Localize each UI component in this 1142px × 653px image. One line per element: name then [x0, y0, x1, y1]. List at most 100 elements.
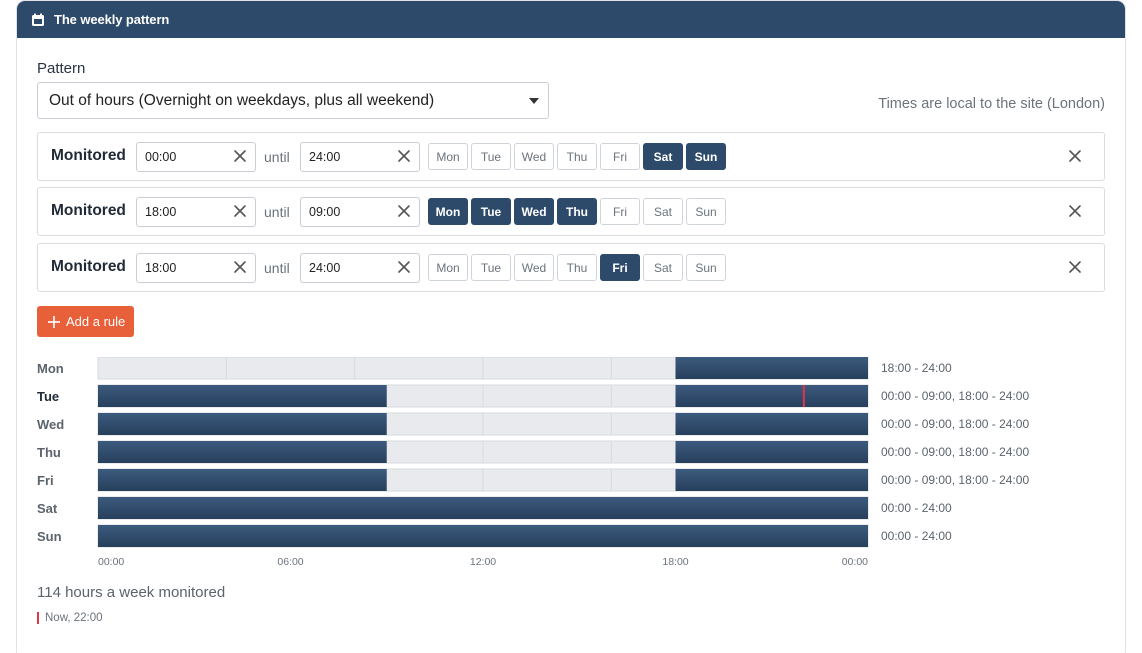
to-time-value: 24:00 [309, 261, 341, 275]
day-toggle-group: Mon Tue Wed Thu Fri Sat Sun [428, 143, 726, 170]
day-toggle-thu[interactable]: Thu [557, 143, 597, 170]
day-label-wed: Wed [37, 417, 64, 432]
until-label: until [264, 204, 290, 220]
clear-to-icon[interactable] [397, 149, 411, 163]
pattern-selected-value: Out of hours (Overnight on weekdays, plu… [49, 91, 435, 109]
clear-from-icon[interactable] [233, 204, 247, 218]
day-toggle-thu[interactable]: Thu [557, 198, 597, 225]
monitored-interval-bar [98, 469, 387, 491]
row-time-range-label: 00:00 - 24:00 [881, 529, 952, 543]
from-time-input[interactable]: 18:00 [136, 197, 256, 227]
row-time-range-label: 00:00 - 09:00, 18:00 - 24:00 [881, 417, 1029, 431]
pattern-label: Pattern [37, 60, 86, 77]
from-time-value: 18:00 [145, 205, 177, 219]
day-toggle-sat[interactable]: Sat [643, 143, 683, 170]
day-label-sat: Sat [37, 501, 58, 516]
x-tick-label: 12:00 [470, 556, 496, 568]
day-label-sun: Sun [37, 529, 62, 544]
day-label-mon: Mon [37, 361, 64, 376]
rule-row: Monitored 00:00 until 24:00 Mon Tue Wed Thu… [37, 132, 1105, 181]
calendar-icon [32, 13, 44, 26]
chevron-down-icon [529, 98, 539, 104]
monitored-interval-bar [675, 413, 868, 435]
until-label: until [264, 260, 290, 276]
day-toggle-wed[interactable]: Wed [514, 143, 554, 170]
to-time-value: 09:00 [309, 205, 341, 219]
to-time-value: 24:00 [309, 150, 341, 164]
rule-label: Monitored [51, 147, 126, 164]
from-time-value: 00:00 [145, 150, 177, 164]
clear-to-icon[interactable] [397, 260, 411, 274]
rule-row: Monitored 18:00 until 24:00 Mon Tue Wed Thu… [37, 243, 1105, 292]
now-label: Now, 22:00 [45, 612, 103, 624]
day-label-tue: Tue [37, 389, 59, 404]
x-tick-label: 06:00 [277, 556, 303, 568]
day-toggle-sat[interactable]: Sat [643, 198, 683, 225]
day-toggle-fri[interactable]: Fri [600, 198, 640, 225]
x-tick-label: 00:00 [842, 556, 868, 568]
to-time-input[interactable]: 24:00 [300, 142, 420, 172]
weekly-pattern-panel: The weekly pattern Pattern Out of hours … [16, 0, 1126, 653]
monitored-interval-bar [98, 385, 387, 407]
to-time-input[interactable]: 24:00 [300, 253, 420, 283]
clear-from-icon[interactable] [233, 149, 247, 163]
hours-summary: 114 hours a week monitored [37, 584, 226, 601]
monitored-interval-bar [98, 441, 387, 463]
monitored-interval-bar [98, 413, 387, 435]
rule-label: Monitored [51, 258, 126, 275]
day-toggle-wed[interactable]: Wed [514, 254, 554, 281]
until-label: until [264, 149, 290, 165]
monitored-interval-bar [675, 469, 868, 491]
remove-rule-icon[interactable] [1068, 204, 1082, 218]
row-time-range-label: 00:00 - 24:00 [881, 501, 952, 515]
rule-label: Monitored [51, 202, 126, 219]
now-marker-swatch [37, 612, 39, 624]
day-toggle-tue[interactable]: Tue [471, 198, 511, 225]
panel-title: The weekly pattern [54, 12, 170, 27]
weekly-timeline-chart: Mon 18:00 - 24:00 Tue 00:00 - 09:00, 18:00 … [37, 357, 1029, 568]
day-toggle-group: Mon Tue Wed Thu Fri Sat Sun [428, 198, 726, 225]
plus-icon [48, 315, 60, 328]
row-time-range-label: 18:00 - 24:00 [881, 361, 952, 375]
add-rule-label: Add a rule [66, 314, 126, 329]
add-rule-button[interactable]: Add a rule [37, 306, 134, 337]
day-toggle-fri[interactable]: Fri [600, 254, 640, 281]
row-time-range-label: 00:00 - 09:00, 18:00 - 24:00 [881, 389, 1029, 403]
monitored-interval-bar [98, 497, 868, 519]
day-toggle-tue[interactable]: Tue [471, 143, 511, 170]
panel-header: The weekly pattern [17, 1, 1125, 38]
monitored-interval-bar [675, 385, 868, 407]
day-toggle-mon[interactable]: Mon [428, 254, 468, 281]
day-toggle-sat[interactable]: Sat [643, 254, 683, 281]
remove-rule-icon[interactable] [1068, 260, 1082, 274]
monitored-interval-bar [675, 357, 868, 379]
clear-to-icon[interactable] [397, 204, 411, 218]
from-time-input[interactable]: 18:00 [136, 253, 256, 283]
clear-from-icon[interactable] [233, 260, 247, 274]
monitored-interval-bar [98, 525, 868, 547]
x-tick-label: 00:00 [98, 556, 124, 568]
row-time-range-label: 00:00 - 09:00, 18:00 - 24:00 [881, 445, 1029, 459]
day-toggle-tue[interactable]: Tue [471, 254, 511, 281]
from-time-input[interactable]: 00:00 [136, 142, 256, 172]
timezone-note: Times are local to the site (London) [878, 96, 1105, 112]
now-legend: Now, 22:00 [37, 612, 103, 624]
day-label-fri: Fri [37, 473, 54, 488]
day-toggle-mon[interactable]: Mon [428, 198, 468, 225]
pattern-select[interactable]: Out of hours (Overnight on weekdays, plu… [37, 82, 549, 119]
to-time-input[interactable]: 09:00 [300, 197, 420, 227]
day-toggle-sun[interactable]: Sun [686, 254, 726, 281]
day-toggle-group: Mon Tue Wed Thu Fri Sat Sun [428, 254, 726, 281]
from-time-value: 18:00 [145, 261, 177, 275]
day-toggle-sun[interactable]: Sun [686, 143, 726, 170]
day-toggle-mon[interactable]: Mon [428, 143, 468, 170]
day-toggle-thu[interactable]: Thu [557, 254, 597, 281]
day-toggle-fri[interactable]: Fri [600, 143, 640, 170]
day-toggle-wed[interactable]: Wed [514, 198, 554, 225]
day-label-thu: Thu [37, 445, 61, 460]
row-time-range-label: 00:00 - 09:00, 18:00 - 24:00 [881, 473, 1029, 487]
day-toggle-sun[interactable]: Sun [686, 198, 726, 225]
rule-row: Monitored 18:00 until 09:00 Mon Tue Wed Thu… [37, 187, 1105, 236]
x-tick-label: 18:00 [662, 556, 688, 568]
remove-rule-icon[interactable] [1068, 149, 1082, 163]
